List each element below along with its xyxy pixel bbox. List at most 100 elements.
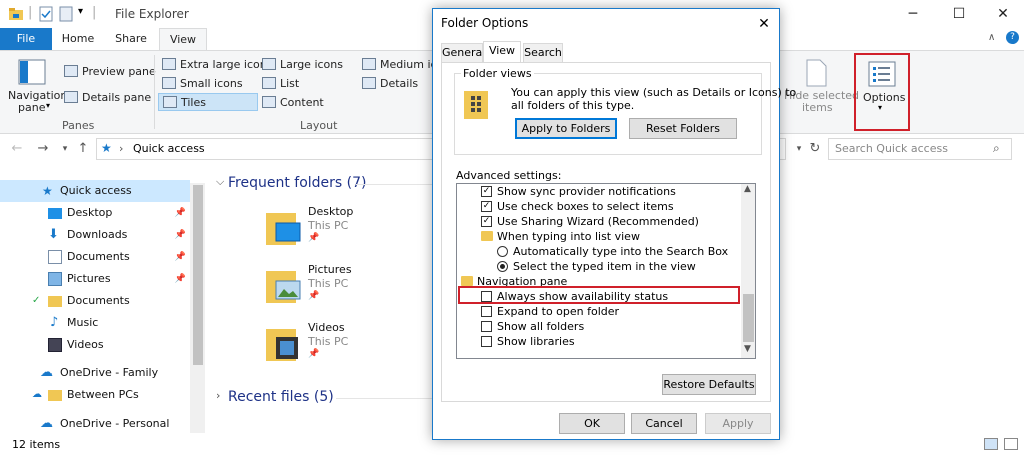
navigation-pane-label-2: pane [18, 101, 46, 114]
layout-medium-icons[interactable]: Medium icons [362, 58, 432, 71]
restore-defaults-button[interactable]: Restore Defaults [662, 374, 756, 395]
up-button[interactable]: ↑ [74, 140, 92, 158]
nav-item-label: Videos [67, 338, 104, 351]
options-button[interactable]: Options ▾ [854, 53, 910, 131]
search-box[interactable]: Search Quick access ⌕ [828, 138, 1012, 160]
layout-small-icons[interactable]: Small icons [162, 77, 243, 90]
apply-to-folders-button[interactable]: Apply to Folders [515, 118, 617, 139]
nav-item-quick-access[interactable]: ★ Quick access [0, 180, 190, 202]
star-icon: ★ [42, 184, 53, 198]
chevron-down-icon[interactable]: ⌵ [216, 175, 224, 189]
cancel-button[interactable]: Cancel [631, 413, 697, 434]
layout-list[interactable]: List [262, 77, 299, 90]
tab-file[interactable]: File [0, 28, 52, 50]
details-pane-button[interactable]: Details pane [64, 91, 151, 104]
checkbox-unchecked-icon[interactable] [481, 336, 492, 347]
recent-locations-button[interactable]: ▾ [56, 140, 74, 158]
nav-item-music[interactable]: ♪ Music [0, 312, 190, 334]
layout-item-label: Content [280, 96, 324, 109]
maximize-button[interactable]: ☐ [936, 0, 982, 28]
layout-large-icons[interactable]: Large icons [262, 58, 343, 71]
chevron-right-icon[interactable]: › [216, 389, 220, 402]
nav-item-desktop[interactable]: Desktop 📌 [0, 202, 190, 224]
preview-pane-icon [64, 65, 78, 77]
reset-folders-button[interactable]: Reset Folders [629, 118, 737, 139]
recent-files-header[interactable]: Recent files (5) [228, 389, 334, 405]
dialog-tab-view[interactable]: View [483, 41, 521, 62]
nav-item-between-pcs[interactable]: ☁ Between PCs [0, 384, 190, 406]
ok-button[interactable]: OK [559, 413, 625, 434]
new-folder-icon[interactable] [58, 6, 74, 22]
collapse-ribbon-icon[interactable]: ∧ [988, 32, 995, 43]
nav-item-label: Downloads [67, 228, 128, 241]
list-icon [262, 77, 276, 89]
layout-item-label: Tiles [181, 96, 206, 109]
nav-item-downloads[interactable]: ⬇ Downloads 📌 [0, 224, 190, 246]
sync-status-icon: ✓ [32, 295, 41, 306]
folder-tile-pictures[interactable]: Pictures This PC 📌 [266, 263, 386, 311]
adv-label: Use check boxes to select items [497, 200, 674, 213]
radio-unchecked-icon[interactable] [497, 246, 508, 257]
folder-location: This PC [308, 335, 349, 348]
nav-item-onedrive-personal[interactable]: ☁ OneDrive - Personal [0, 413, 190, 435]
customize-quick-access-icon[interactable]: ▾ [78, 6, 83, 17]
adv-label: Automatically type into the Search Box [513, 245, 729, 258]
nav-item-documents-2[interactable]: ✓ Documents [0, 290, 190, 312]
separator-icon: | [28, 5, 33, 20]
checkbox-checked-icon[interactable]: ✓ [481, 201, 492, 212]
scroll-down-icon[interactable]: ▼ [744, 344, 751, 354]
layout-details[interactable]: Details [362, 77, 418, 90]
checkbox-checked-icon[interactable]: ✓ [481, 186, 492, 197]
dialog-tab-search[interactable]: Search [523, 43, 563, 62]
minimize-button[interactable]: ─ [890, 0, 936, 28]
nav-scrollbar-thumb[interactable] [193, 185, 203, 365]
quick-access-star-icon: ★ [101, 141, 112, 155]
apply-button[interactable]: Apply [705, 413, 771, 434]
adv-label: Expand to open folder [497, 305, 620, 318]
radio-checked-icon[interactable] [497, 261, 508, 272]
adv-label: Show sync provider notifications [497, 185, 676, 198]
folder-tile-desktop[interactable]: Desktop This PC 📌 [266, 205, 386, 253]
tab-share[interactable]: Share [108, 28, 154, 50]
checkbox-checked-icon[interactable]: ✓ [481, 216, 492, 227]
checkbox-unchecked-icon[interactable] [481, 321, 492, 332]
folder-tile-videos[interactable]: Videos This PC 📌 [266, 321, 386, 369]
advanced-list-scrollbar-thumb[interactable] [743, 294, 754, 342]
scroll-up-icon[interactable]: ▲ [744, 184, 751, 194]
layout-item-label: List [280, 77, 300, 90]
large-icons-view-icon[interactable] [1004, 438, 1018, 450]
pin-icon: 📌 [308, 291, 320, 301]
properties-icon[interactable] [38, 6, 54, 22]
adv-label: Select the typed item in the view [513, 260, 696, 273]
nav-item-videos[interactable]: Videos [0, 334, 190, 356]
preview-pane-label: Preview pane [82, 65, 156, 78]
pictures-folder-icon [266, 271, 301, 303]
refresh-button[interactable]: ↻ [806, 140, 824, 158]
dialog-tab-general[interactable]: General [441, 43, 485, 62]
tab-home[interactable]: Home [56, 28, 100, 50]
close-window-button[interactable]: ✕ [980, 0, 1024, 28]
tab-view[interactable]: View [159, 28, 207, 50]
dialog-title-bar: Folder Options ✕ [433, 9, 779, 38]
checkbox-unchecked-icon[interactable] [481, 306, 492, 317]
nav-item-pictures[interactable]: Pictures 📌 [0, 268, 190, 290]
forward-button[interactable]: → [34, 140, 52, 158]
preview-pane-button[interactable]: Preview pane [64, 65, 156, 78]
dialog-close-button[interactable]: ✕ [753, 13, 775, 35]
folder-icon [48, 296, 62, 307]
back-button[interactable]: ← [8, 140, 26, 158]
layout-content[interactable]: Content [262, 96, 324, 109]
navigation-pane-button[interactable]: Navigation pane ▾ [8, 57, 67, 117]
layout-extra-large-icons[interactable]: Extra large icons [162, 58, 272, 71]
panes-group-label: Panes [62, 119, 95, 132]
frequent-folders-header[interactable]: Frequent folders (7) [228, 175, 367, 191]
cloud-icon: ☁ [40, 365, 53, 380]
details-view-icon[interactable] [984, 438, 998, 450]
advanced-settings-list[interactable]: ✓ Show sync provider notifications ✓ Use c… [456, 183, 756, 359]
help-icon[interactable]: ? [1006, 31, 1019, 44]
nav-item-onedrive-family[interactable]: ☁ OneDrive - Family [0, 362, 190, 384]
folder-location: This PC [308, 277, 349, 290]
nav-item-documents[interactable]: Documents 📌 [0, 246, 190, 268]
layout-tiles[interactable]: Tiles [158, 93, 258, 111]
search-input[interactable]: Search Quick access [835, 142, 948, 155]
